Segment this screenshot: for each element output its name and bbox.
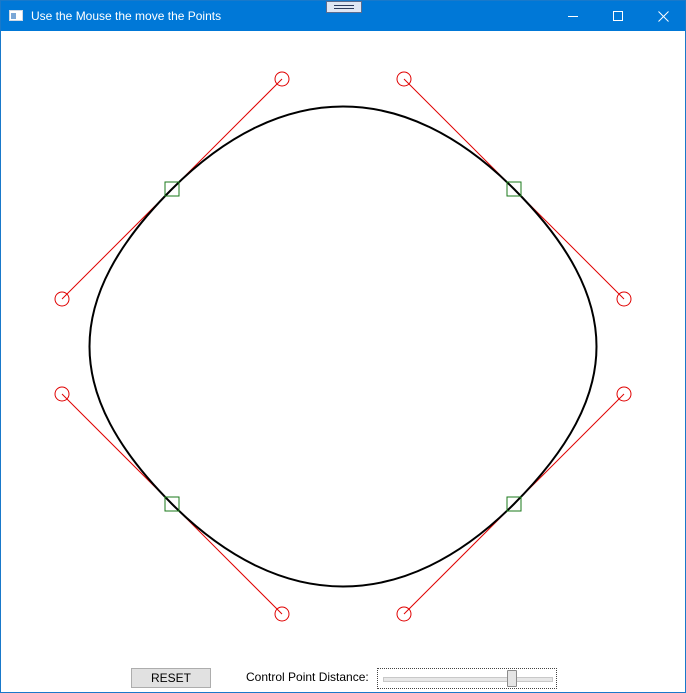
control-point-distance-label: Control Point Distance:: [246, 670, 369, 684]
drag-grip-icon[interactable]: [326, 1, 362, 13]
close-icon: [657, 10, 669, 22]
bezier-curve: [88, 105, 598, 588]
app-window-icon: [9, 10, 23, 21]
control-lines: [61, 78, 625, 615]
title-bar[interactable]: Use the Mouse the move the Points: [1, 1, 685, 31]
app-window: Use the Mouse the move the Points RESET …: [0, 0, 686, 693]
drawing-canvas[interactable]: [1, 31, 685, 661]
slider-track[interactable]: [383, 677, 553, 682]
maximize-button[interactable]: [595, 1, 641, 31]
bezier-drawing: [54, 71, 632, 622]
maximize-icon: [612, 10, 623, 21]
minimize-button[interactable]: [550, 1, 596, 31]
slider-thumb[interactable]: [506, 670, 517, 687]
control-point-distance-slider[interactable]: [377, 668, 557, 689]
reset-button[interactable]: RESET: [131, 668, 211, 688]
minimize-icon: [567, 15, 578, 17]
close-button[interactable]: [640, 1, 686, 31]
window-title: Use the Mouse the move the Points: [31, 9, 222, 23]
